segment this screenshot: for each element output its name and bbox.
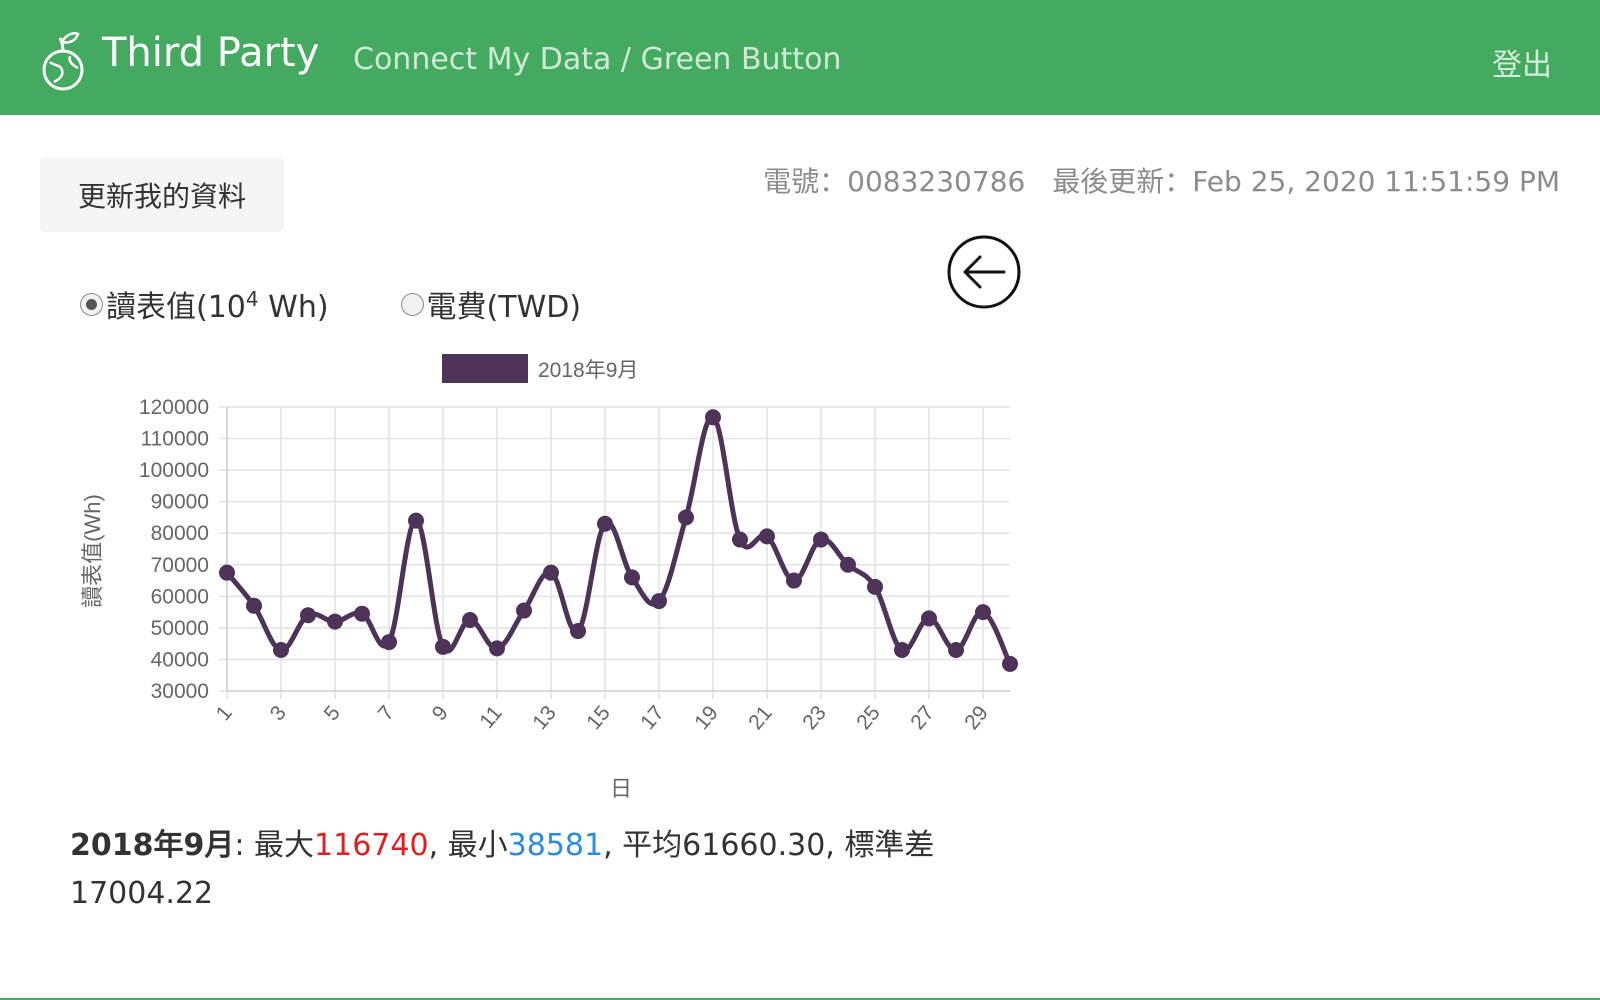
y-tick-label: 80000	[151, 522, 209, 545]
series-line	[225, 414, 1013, 666]
apple-globe-icon[interactable]	[40, 30, 86, 92]
x-tick-label: 3	[266, 701, 291, 725]
y-tick-label: 60000	[151, 585, 209, 608]
summary-min: 38581	[507, 828, 604, 863]
y-tick-label: 110000	[140, 428, 209, 451]
data-point	[678, 509, 694, 526]
navbar: Third Party Connect My Data / Green Butt…	[0, 0, 1600, 115]
radio-reading-circle[interactable]	[80, 292, 103, 316]
x-tick-label: 11	[475, 701, 507, 732]
summary-stats: 2018年9月: 最大116740, 最小38581, 平均61660.30, …	[70, 822, 950, 918]
data-point	[759, 528, 775, 545]
data-point	[786, 572, 802, 589]
data-point	[570, 623, 586, 640]
x-tick-label: 21	[744, 701, 777, 734]
data-point	[327, 613, 343, 630]
data-point	[354, 605, 370, 622]
data-point	[489, 640, 505, 657]
data-point	[705, 409, 721, 426]
summary-min-label: , 最小	[428, 828, 508, 863]
unit-radio-group: 讀表值(104 Wh) 電費(TWD)	[80, 282, 581, 326]
data-point	[246, 597, 262, 614]
x-tick-label: 9	[428, 701, 453, 725]
arrow-left-circle-icon[interactable]	[946, 234, 1022, 310]
summary-max: 116740	[314, 828, 429, 863]
data-point	[921, 610, 937, 627]
x-tick-label: 5	[320, 701, 345, 725]
summary-max-label: : 最大	[234, 828, 315, 863]
x-tick-label: 1	[212, 701, 237, 725]
data-point	[300, 607, 316, 624]
data-point	[948, 641, 964, 658]
y-axis-title: 讀表值(Wh)	[80, 494, 105, 608]
data-point	[273, 641, 289, 658]
legend-label: 2018年9月	[538, 359, 638, 382]
data-point	[894, 641, 910, 658]
y-tick-label: 30000	[151, 680, 209, 703]
x-tick-label: 29	[960, 701, 993, 734]
y-tick-label: 100000	[139, 459, 209, 482]
y-tick-label: 50000	[151, 617, 209, 640]
radio-fee-circle[interactable]	[400, 292, 424, 316]
radio-reading-label: 讀表值(104 Wh)	[106, 287, 329, 325]
data-point	[732, 531, 748, 548]
data-point	[867, 578, 883, 595]
x-tick-label: 13	[528, 701, 561, 734]
x-tick-label: 23	[798, 701, 831, 734]
data-point	[840, 556, 856, 573]
x-axis-title: 日	[610, 776, 632, 801]
y-tick-label: 120000	[139, 396, 209, 419]
data-point	[975, 604, 991, 621]
x-tick-label: 15	[582, 701, 615, 734]
data-point	[651, 593, 667, 610]
x-tick-label: 7	[374, 701, 399, 725]
data-point	[597, 515, 613, 532]
data-point	[219, 564, 235, 581]
logout-link[interactable]: 登出	[1492, 40, 1552, 84]
y-tick-label: 90000	[151, 491, 209, 514]
legend-swatch	[442, 354, 528, 383]
brand-name[interactable]: Third Party	[102, 30, 319, 76]
x-tick-label: 19	[690, 701, 723, 734]
data-point	[408, 512, 424, 529]
last-updated: 最後更新：Feb 25, 2020 11:51:59 PM	[1052, 165, 1560, 198]
data-point	[1002, 655, 1018, 672]
radio-reading[interactable]: 讀表值(104 Wh)	[80, 282, 329, 326]
data-point	[462, 612, 478, 628]
data-point	[624, 569, 640, 586]
x-tick-label: 27	[906, 701, 939, 734]
x-tick-label: 25	[852, 701, 885, 734]
x-tick-label: 17	[636, 701, 669, 734]
data-point	[813, 531, 829, 548]
nav-link-connect-my-data[interactable]: Connect My Data / Green Button	[353, 42, 841, 77]
y-tick-label: 40000	[151, 648, 209, 671]
data-point	[516, 602, 532, 619]
daily-reading-line-chart: 120000 110000 100000 90000 80000 70000 60000 50…	[80, 354, 1018, 801]
data-point	[543, 564, 559, 581]
meter-info: 電號：0083230786 最後更新：Feb 25, 2020 11:51:59…	[763, 160, 1560, 200]
summary-month: 2018年9月	[70, 828, 235, 863]
radio-fee-label: 電費(TWD)	[426, 290, 582, 325]
y-tick-label: 70000	[151, 554, 209, 577]
data-point	[435, 638, 451, 655]
data-point	[381, 634, 397, 651]
radio-fee[interactable]: 電費(TWD)	[400, 282, 582, 326]
update-my-data-button[interactable]: 更新我的資料	[40, 157, 284, 232]
meter-number: 電號：0083230786	[763, 165, 1026, 198]
